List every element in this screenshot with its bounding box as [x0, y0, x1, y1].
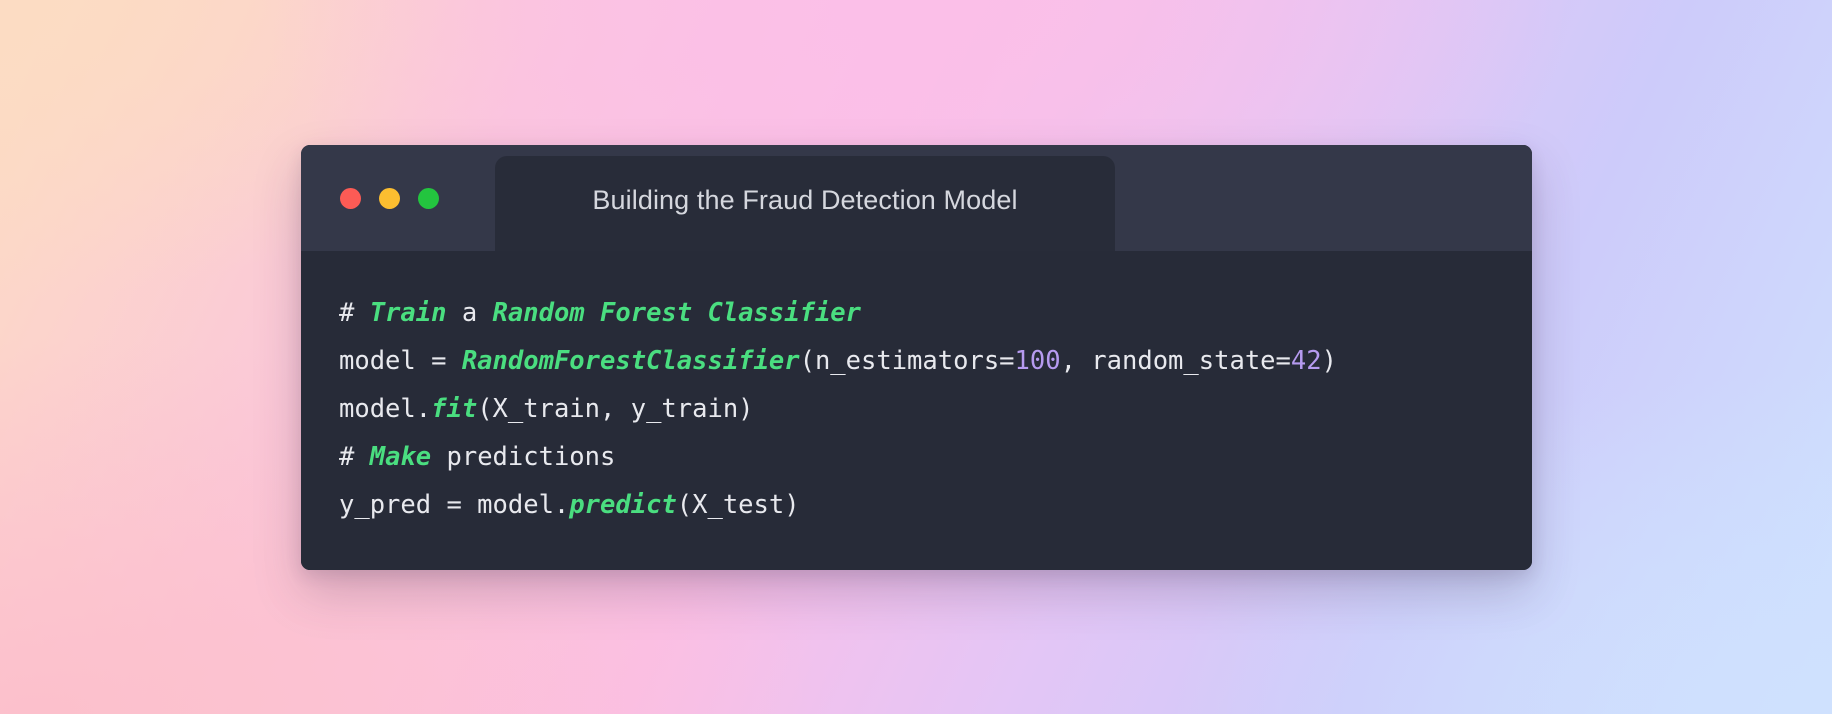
code-token-kw: Train: [369, 298, 447, 328]
tab-title: Building the Fraud Detection Model: [592, 185, 1018, 215]
close-button-icon[interactable]: [340, 187, 361, 209]
code-editor-content[interactable]: # Train a Random Forest Classifier model …: [301, 251, 1532, 570]
tab-active[interactable]: Building the Fraud Detection Model: [495, 156, 1115, 251]
code-window: Building the Fraud Detection Model # Tra…: [301, 145, 1532, 570]
code-token-plain: (n_estimators=: [799, 346, 1015, 376]
code-line: y_pred = model.predict(X_test): [339, 481, 1532, 529]
code-line: model = RandomForestClassifier(n_estimat…: [339, 337, 1532, 385]
maximize-button-icon[interactable]: [418, 187, 439, 209]
code-token-num: 100: [1014, 346, 1061, 376]
code-line: # Make predictions: [339, 433, 1532, 481]
code-line: # Train a Random Forest Classifier: [339, 289, 1532, 337]
code-token-kw: Random Forest Classifier: [492, 298, 862, 328]
code-token-num: 42: [1290, 346, 1322, 376]
code-token-plain: #: [339, 442, 370, 472]
code-token-kw: RandomForestClassifier: [461, 346, 800, 376]
code-token-plain: #: [339, 298, 370, 328]
window-titlebar: Building the Fraud Detection Model: [301, 145, 1532, 251]
code-token-plain: predictions: [431, 442, 616, 472]
window-controls: [301, 145, 495, 251]
code-token-kw: fit: [431, 394, 478, 424]
code-token-plain: a: [446, 298, 493, 328]
titlebar-empty-area: [1115, 145, 1532, 251]
code-token-plain: model.: [339, 394, 432, 424]
code-token-plain: , random_state=: [1060, 346, 1291, 376]
code-token-kw: Make: [369, 442, 432, 472]
code-token-kw: predict: [569, 490, 677, 520]
code-token-plain: ): [1321, 346, 1337, 376]
code-token-plain: model =: [339, 346, 462, 376]
code-token-plain: y_pred = model.: [339, 490, 570, 520]
code-token-plain: (X_train, y_train): [477, 394, 754, 424]
code-token-plain: (X_test): [676, 490, 800, 520]
code-line: model.fit(X_train, y_train): [339, 385, 1532, 433]
minimize-button-icon[interactable]: [379, 187, 400, 209]
